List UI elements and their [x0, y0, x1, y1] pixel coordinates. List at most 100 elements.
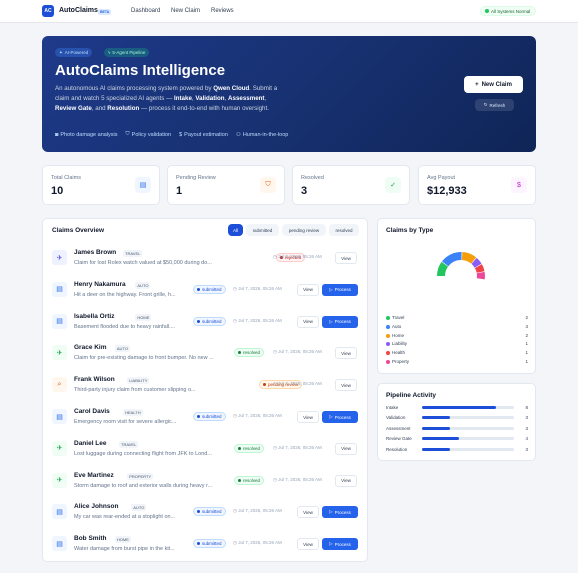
claim-row[interactable]: ▤ Alice Johnson AUTO My car was rear-ended …	[43, 500, 366, 532]
legend-value: 1	[525, 359, 528, 364]
claim-row[interactable]: ✈ Grace Kim AUTO Claim for pre-existing dam…	[43, 341, 366, 373]
shield-icon: ⛉	[260, 177, 276, 193]
claim-date: ◷ Jul 7, 2026, 05:26 AM	[233, 413, 282, 418]
pipeline-bar	[422, 406, 496, 409]
pipeline-value: 8	[525, 405, 528, 410]
pipeline-row: Review Gate 4	[386, 434, 528, 444]
filter-pending-review[interactable]: pending review	[282, 224, 326, 236]
pipeline-bar	[422, 416, 450, 420]
nav-new-claim[interactable]: New Claim	[171, 8, 200, 14]
claim-row[interactable]: ▤ Henry Nakamura AUTO Hit a deer on the hig…	[43, 278, 366, 310]
stat-avg-payout: Avg Payout $12,933 $	[418, 165, 536, 205]
document-icon: ▤	[135, 177, 151, 193]
legend-label: Travel	[392, 315, 405, 320]
filter-all[interactable]: All	[228, 224, 243, 236]
play-icon: ▷	[329, 286, 333, 292]
claimant-name: Alice Johnson	[74, 503, 119, 511]
feature-human: ⚇ Human-in-the-loop	[235, 131, 289, 138]
claimant-name: Henry Nakamura	[74, 280, 126, 288]
play-icon: ▷	[329, 414, 333, 419]
legend-value: 2	[525, 332, 528, 338]
claim-type-tag: HOME	[114, 536, 131, 544]
pipeline-pill: ϟ 5-Agent Pipeline	[104, 48, 150, 57]
process-button[interactable]: ▷ Process	[322, 411, 358, 423]
process-button[interactable]: ▷ Process	[322, 506, 358, 519]
process-button[interactable]: ▷ Process	[322, 315, 358, 328]
process-button[interactable]: ▷ Process	[322, 538, 358, 551]
view-button[interactable]: View	[335, 442, 357, 455]
legend-dot-icon	[386, 351, 390, 356]
legend-dot-icon	[386, 342, 390, 347]
play-icon: ▷	[329, 509, 333, 515]
refresh-button[interactable]: ↻ Refresh	[475, 99, 514, 111]
filter-submitted[interactable]: submitted	[246, 224, 279, 236]
filter-resolved[interactable]: resolved	[329, 224, 359, 236]
claim-row[interactable]: ▤ Isabella Ortiz HOME Basement flooded due …	[43, 310, 366, 342]
nav-reviews[interactable]: Reviews	[211, 8, 234, 14]
pipeline-row: Assessment 3	[386, 424, 528, 434]
claim-date: ◷ Jul 7, 2026, 05:26 AM	[273, 254, 322, 259]
claimant-name: Bob Smith	[74, 535, 107, 543]
legend-dot-icon	[386, 316, 390, 320]
view-button[interactable]: View	[335, 474, 357, 487]
ai-powered-pill: ✦ AI-Powered	[55, 48, 93, 57]
legend-label: Liability	[392, 341, 408, 347]
status-badge: resolved	[234, 443, 265, 453]
stat-total-claims: Total Claims 10 ▤	[42, 165, 160, 205]
view-button[interactable]: View	[335, 252, 357, 264]
view-button[interactable]: View	[297, 283, 319, 296]
claim-row[interactable]: ▤ Bob Smith HOME Water damage from burst pi…	[43, 532, 366, 564]
pipeline-label: Resolution	[386, 446, 408, 452]
stat-pending-review: Pending Review 1 ⛉	[167, 165, 285, 205]
stat-label: Total Claims	[51, 175, 81, 181]
view-button[interactable]: View	[335, 379, 357, 392]
view-button[interactable]: View	[297, 538, 319, 551]
claim-date: ◷ Jul 7, 2026, 05:26 AM	[233, 317, 282, 323]
claim-date: ◷ Jul 7, 2026, 05:26 AM	[273, 349, 322, 355]
claim-row[interactable]: ✈ James Brown TRAVEL Claim for lost Rolex w…	[43, 246, 366, 278]
pipeline-label: Review Gate	[386, 436, 412, 442]
new-claim-button[interactable]: + New Claim	[464, 76, 523, 93]
status-badge: resolved	[234, 475, 265, 485]
status-badge: submitted	[193, 539, 226, 549]
feature-photo: ◙ Photo damage analysis	[55, 131, 118, 138]
claim-row[interactable]: ✈ Eve Martinez PROPERTY Storm damage to roo…	[43, 469, 366, 501]
process-button[interactable]: ▷ Process	[322, 283, 358, 296]
legend-label: Auto	[392, 323, 402, 329]
view-button[interactable]: View	[297, 315, 319, 328]
status-badge: resolved	[234, 348, 265, 358]
nav-dashboard[interactable]: Dashboard	[131, 8, 160, 14]
plane-icon: ✈	[52, 472, 67, 488]
sparkle-icon: ✦	[59, 49, 63, 55]
check-circle-icon: ✓	[385, 177, 401, 193]
claim-row[interactable]: ✈ Daniel Lee TRAVEL Lost luggage during con…	[43, 437, 366, 469]
view-button[interactable]: View	[297, 506, 319, 519]
type-slice-property[interactable]	[476, 271, 485, 280]
search-icon: ⌕	[52, 377, 67, 393]
legend-item: Auto 3	[386, 323, 528, 332]
view-button[interactable]: View	[335, 347, 357, 360]
claim-row[interactable]: ▤ Carol Davis HEALTH Emergency room visit f…	[43, 405, 366, 437]
claim-type-tag: AUTO	[135, 281, 151, 289]
claim-date: ◷ Jul 7, 2026, 05:26 AM	[233, 285, 282, 291]
claim-description: Third-party injury claim from customer s…	[74, 387, 196, 394]
users-icon: ⚇	[235, 131, 241, 138]
claim-description: Lost luggage during connecting flight fr…	[74, 450, 212, 457]
claim-type-tag: LIABILITY	[127, 377, 150, 385]
pipeline-track	[422, 416, 514, 420]
dollar-icon: $	[511, 177, 527, 193]
view-button[interactable]: View	[297, 411, 319, 423]
app-logo[interactable]: AC	[42, 5, 54, 17]
claim-row[interactable]: ⌕ Frank Wilson LIABILITY Third-party injury…	[43, 373, 366, 405]
legend-item: Property 1	[386, 358, 528, 367]
document-icon: ▤	[52, 281, 67, 297]
document-icon: ▤	[52, 409, 67, 424]
claim-description: Claim for pre-existing damage to front b…	[74, 355, 214, 362]
system-status-text: All Systems Normal	[491, 8, 531, 14]
claimant-name: James Brown	[74, 249, 117, 256]
type-slice-auto[interactable]	[441, 252, 462, 267]
legend-dot-icon	[386, 324, 390, 329]
pipeline-value: 3	[525, 425, 528, 431]
legend-dot-icon	[386, 333, 390, 338]
shield-icon: ⛉	[125, 131, 130, 137]
